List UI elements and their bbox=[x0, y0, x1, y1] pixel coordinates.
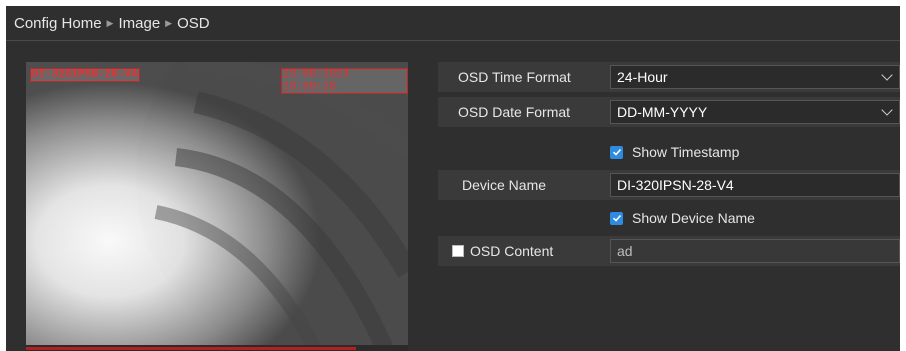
device-name-label: Device Name bbox=[438, 170, 602, 200]
breadcrumb-osd: OSD bbox=[177, 14, 210, 32]
osd-device-name-overlay[interactable]: DI-320IPSN-28-V4 bbox=[30, 68, 140, 82]
show-timestamp-option[interactable]: Show Timestamp bbox=[610, 141, 739, 163]
osd-content-label: OSD Content bbox=[470, 243, 554, 259]
camera-preview: DI-320IPSN-28-V4 23-08-2024 10:09:28 bbox=[26, 62, 408, 351]
breadcrumb: Config Home ▶ Image ▶ OSD bbox=[6, 6, 900, 40]
device-name-row: Device Name DI-320IPSN-28-V4 bbox=[438, 170, 900, 200]
breadcrumb-config-home[interactable]: Config Home bbox=[14, 15, 102, 32]
show-device-name-checkbox[interactable] bbox=[610, 211, 623, 225]
breadcrumb-separator-icon: ▶ bbox=[106, 17, 114, 28]
breadcrumb-image[interactable]: Image bbox=[118, 15, 160, 32]
camera-image bbox=[26, 62, 408, 351]
chevron-down-icon bbox=[881, 69, 893, 81]
date-format-select[interactable]: DD-MM-YYYY bbox=[610, 100, 900, 124]
time-format-row: OSD Time Format 24-Hour bbox=[438, 62, 900, 92]
osd-content-checkbox[interactable] bbox=[452, 245, 464, 257]
time-format-value: 24-Hour bbox=[617, 69, 668, 85]
show-device-name-label: Show Device Name bbox=[632, 210, 755, 226]
show-timestamp-label: Show Timestamp bbox=[632, 144, 740, 160]
date-format-label: OSD Date Format bbox=[438, 97, 602, 127]
show-timestamp-checkbox[interactable] bbox=[610, 145, 623, 159]
osd-content-label-cell: OSD Content bbox=[438, 236, 602, 266]
checkmark-icon bbox=[612, 214, 621, 222]
osd-content-input[interactable]: ad bbox=[610, 239, 900, 263]
checkmark-icon bbox=[612, 148, 621, 156]
show-device-name-option[interactable]: Show Device Name bbox=[610, 207, 755, 229]
breadcrumb-separator-icon: ▶ bbox=[165, 17, 173, 28]
date-format-row: OSD Date Format DD-MM-YYYY bbox=[438, 97, 900, 127]
device-name-input[interactable]: DI-320IPSN-28-V4 bbox=[610, 173, 900, 197]
osd-timestamp-overlay[interactable]: 23-08-2024 10:09:28 bbox=[281, 68, 408, 94]
time-format-select[interactable]: 24-Hour bbox=[610, 65, 900, 89]
osd-content-row: OSD Content ad bbox=[438, 236, 900, 266]
chevron-down-icon bbox=[881, 104, 893, 116]
divider bbox=[6, 40, 900, 41]
osd-config-panel: Config Home ▶ Image ▶ OSD DI-320IPSN-28-… bbox=[6, 6, 900, 351]
time-format-label: OSD Time Format bbox=[438, 62, 602, 92]
date-format-value: DD-MM-YYYY bbox=[617, 104, 708, 120]
